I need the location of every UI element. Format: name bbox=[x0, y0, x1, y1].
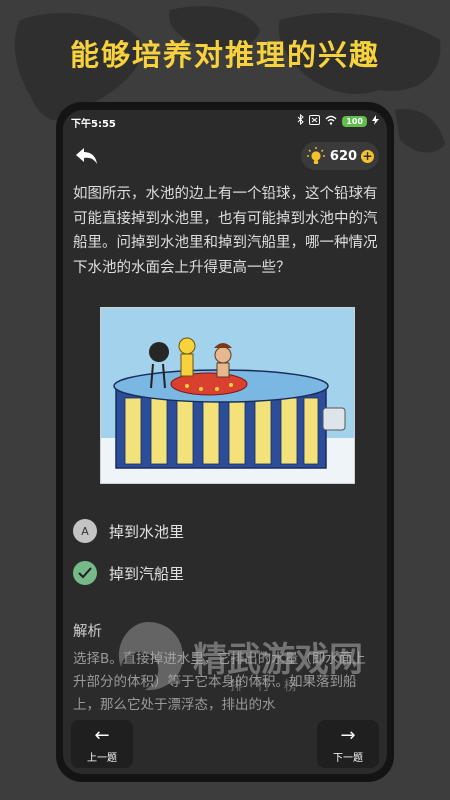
question-illustration bbox=[100, 307, 355, 484]
option-b[interactable]: 掉到汽船里 bbox=[73, 560, 373, 586]
mute-icon bbox=[309, 114, 321, 128]
arrow-right-icon: → bbox=[340, 725, 356, 746]
analysis-title: 解析 bbox=[73, 624, 102, 640]
status-icons: 100 bbox=[297, 113, 379, 128]
wifi-icon bbox=[325, 115, 337, 128]
correct-check-icon bbox=[73, 561, 97, 585]
charging-icon bbox=[372, 114, 379, 128]
prev-question-button[interactable]: ← 上一题 bbox=[71, 720, 133, 768]
battery-indicator: 100 bbox=[342, 115, 367, 127]
analysis-text: 选择B。直接掉进水里，它排出的水量（即水面上升部分的体积）等于它本身的体积。如果… bbox=[73, 651, 366, 713]
back-button[interactable] bbox=[73, 144, 101, 168]
coin-count: 620 bbox=[329, 148, 358, 164]
arrow-left-icon: ← bbox=[94, 725, 110, 746]
option-a-label: 掉到水池里 bbox=[109, 522, 185, 541]
question-text: 如图所示，水池的边上有一个铅球，这个铅球有可能直接掉到水池里，也有可能掉到水池中… bbox=[73, 186, 378, 276]
status-time: 下午5:55 bbox=[71, 119, 116, 130]
option-a[interactable]: A 掉到水池里 bbox=[73, 518, 373, 544]
status-bar: 下午5:55 100 bbox=[63, 110, 387, 134]
lightbulb-icon bbox=[306, 147, 325, 164]
add-coins-icon[interactable]: + bbox=[361, 149, 375, 163]
prev-question-label: 上一题 bbox=[87, 753, 117, 764]
bluetooth-icon bbox=[297, 113, 305, 128]
option-b-label: 掉到汽船里 bbox=[109, 564, 185, 583]
next-question-button[interactable]: → 下一题 bbox=[317, 720, 379, 768]
next-question-label: 下一题 bbox=[333, 753, 363, 764]
banner-title: 能够培养对推理的兴趣 bbox=[69, 38, 380, 72]
option-a-badge: A bbox=[73, 519, 97, 543]
back-arrow-icon bbox=[76, 148, 97, 164]
phone-screen: 下午5:55 100 620 + 如图所示，水池的边上有一个铅球，这个铅球有可能… bbox=[63, 110, 387, 774]
coin-balance[interactable]: 620 + bbox=[301, 142, 379, 170]
